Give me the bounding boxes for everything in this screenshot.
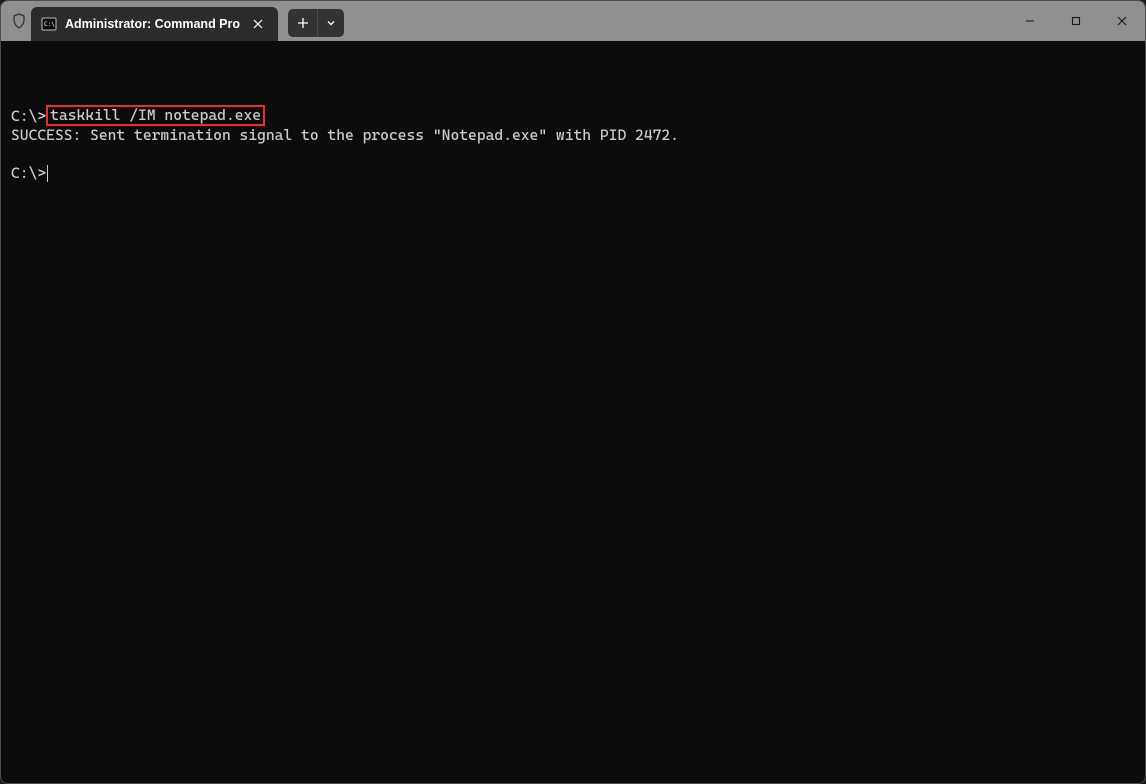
close-button[interactable]	[1099, 1, 1145, 41]
maximize-button[interactable]	[1053, 1, 1099, 41]
prompt: C:\>	[11, 164, 46, 182]
terminal-line: C:\>	[11, 164, 1135, 183]
minimize-button[interactable]	[1007, 1, 1053, 41]
tab-close-button[interactable]	[248, 14, 268, 34]
terminal-body[interactable]: C:\>taskkill /IM notepad.exeSUCCESS: Sen…	[1, 41, 1145, 783]
titlebar-drag-region[interactable]	[344, 1, 1007, 41]
titlebar[interactable]: C:\ Administrator: Command Pro	[1, 1, 1145, 41]
shield-icon	[11, 13, 27, 29]
terminal-window: C:\ Administrator: Command Pro	[0, 0, 1146, 784]
terminal-line: SUCCESS: Sent termination signal to the …	[11, 126, 1135, 145]
titlebar-left	[1, 1, 27, 41]
new-tab-group	[288, 9, 344, 37]
prompt: C:\>	[11, 107, 46, 125]
window-controls	[1007, 1, 1145, 41]
svg-text:C:\: C:\	[44, 21, 55, 28]
cursor	[47, 165, 48, 182]
tab-title: Administrator: Command Pro	[65, 17, 240, 31]
new-tab-button[interactable]	[288, 9, 318, 37]
tab-command-prompt[interactable]: C:\ Administrator: Command Pro	[31, 7, 278, 41]
highlighted-command: taskkill /IM notepad.exe	[46, 105, 265, 126]
cmd-icon: C:\	[41, 16, 57, 32]
terminal-blank-line	[11, 145, 1135, 164]
new-tab-dropdown[interactable]	[318, 9, 344, 37]
terminal-line: C:\>taskkill /IM notepad.exe	[11, 107, 1135, 126]
